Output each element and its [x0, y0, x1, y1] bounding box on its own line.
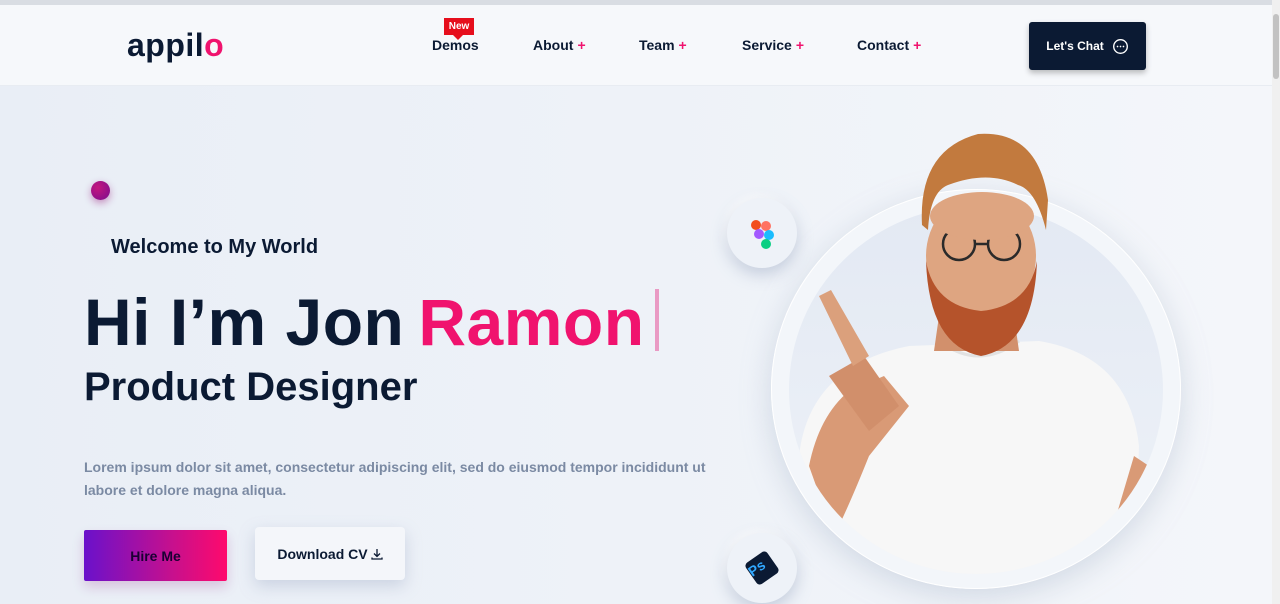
person-illustration	[799, 206, 1149, 574]
site-logo[interactable]: appilo	[127, 27, 224, 63]
plus-icon: +	[795, 37, 805, 53]
nav-team[interactable]: Team +	[639, 37, 687, 53]
site-header: appilo New Demos About + Team + Service + C…	[0, 5, 1272, 86]
hero-subtitle: Product Designer	[84, 365, 418, 409]
plus-icon: +	[913, 37, 922, 53]
nav-demos[interactable]: Demos	[432, 37, 479, 53]
welcome-text: Welcome to My World	[111, 236, 319, 258]
figma-icon	[751, 220, 774, 249]
hire-me-button[interactable]: Hire Me	[84, 530, 227, 581]
scrollbar-thumb[interactable]	[1273, 14, 1279, 79]
download-cv-button[interactable]: Download CV	[255, 527, 405, 580]
plus-icon: +	[577, 37, 586, 53]
scrollbar-track[interactable]	[1272, 0, 1280, 604]
new-badge: New	[444, 18, 474, 40]
nav-service[interactable]: Service +	[742, 37, 804, 53]
decorative-dot	[91, 181, 110, 200]
chat-bubble-icon	[1112, 38, 1128, 54]
download-icon	[370, 548, 383, 560]
hair-illustration	[921, 133, 1048, 240]
lets-chat-label: Let's Chat	[1046, 39, 1104, 53]
nav-about[interactable]: About +	[533, 37, 586, 53]
hero-title: Hi I’m Jon Ramon	[84, 286, 659, 358]
typing-cursor	[654, 289, 659, 351]
download-cv-label: Download CV	[277, 545, 368, 562]
photoshop-badge: Ps	[727, 533, 797, 603]
portrait-image	[789, 206, 1163, 574]
hero-title-name: Hi I’m Jon	[84, 285, 405, 359]
nav-contact[interactable]: Contact +	[857, 37, 921, 53]
figma-badge	[727, 198, 797, 268]
hero-description: Lorem ipsum dolor sit amet, consectetur …	[84, 459, 706, 498]
lets-chat-button[interactable]: Let's Chat	[1029, 22, 1146, 70]
hero-title-highlight: Ramon	[418, 285, 645, 359]
plus-icon: +	[678, 37, 687, 53]
